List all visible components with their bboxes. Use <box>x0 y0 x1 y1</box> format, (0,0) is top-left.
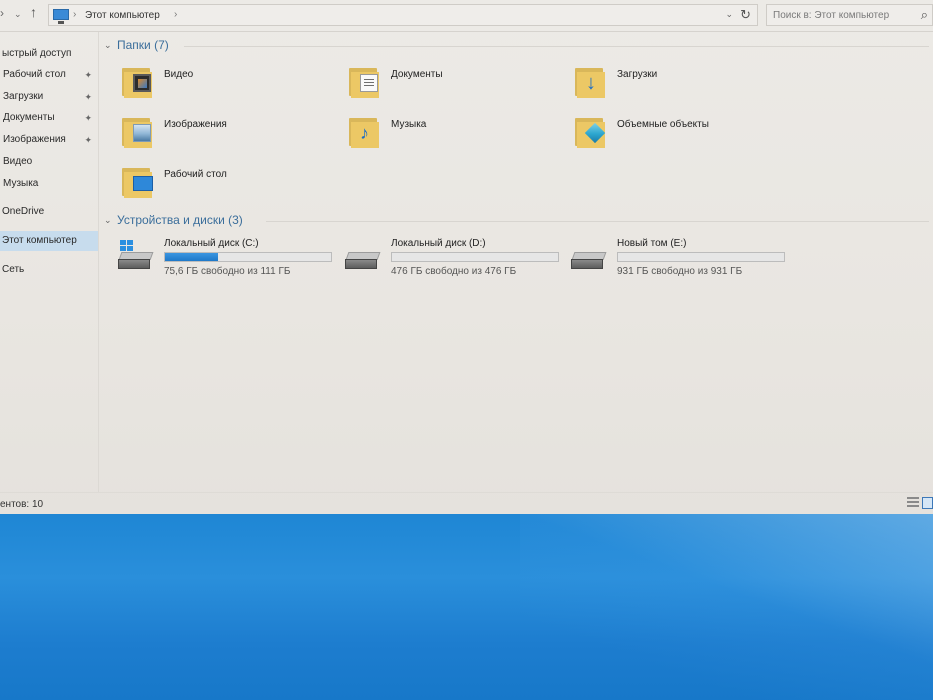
drive-d[interactable]: Локальный диск (D:) 476 ГБ свободно из 4… <box>345 238 575 282</box>
folder-label: Объемные объекты <box>617 119 709 130</box>
up-arrow-icon[interactable]: ↑ <box>30 4 37 20</box>
drive-usage-fill <box>165 253 219 261</box>
this-pc-icon <box>53 9 69 24</box>
sidebar-item-label: OneDrive <box>2 206 45 217</box>
drive-free-space: 75,6 ГБ свободно из 111 ГБ <box>164 266 291 277</box>
hard-drive-icon <box>571 252 607 270</box>
sidebar-item-label: Видео <box>3 156 33 167</box>
sidebar-item-pictures[interactable]: Изображения ✦ <box>0 130 98 150</box>
sidebar-item-label: Сеть <box>2 264 25 275</box>
folder-label: Видео <box>164 69 194 80</box>
music-folder-icon: ♪ <box>349 114 379 148</box>
drive-free-space: 476 ГБ свободно из 476 ГБ <box>391 266 517 277</box>
pictures-folder-icon <box>122 114 152 148</box>
sidebar-item-label: ыстрый доступ <box>2 48 72 59</box>
drive-free-space: 931 ГБ свободно из 931 ГБ <box>617 266 743 277</box>
sidebar-item-documents[interactable]: Документы ✦ <box>0 108 98 128</box>
sidebar-item-video[interactable]: Видео <box>0 152 98 172</box>
breadcrumb-separator-icon[interactable]: › <box>73 9 76 20</box>
search-input[interactable]: Поиск в: Этот компьютер ⌕ <box>766 4 933 26</box>
sidebar-item-onedrive[interactable]: OneDrive <box>0 202 98 222</box>
address-bar: › ⌄ ↑ › Этот компьютер › ⌄ ↻ Поиск в: Эт… <box>0 0 933 32</box>
folder-label: Музыка <box>391 119 427 130</box>
3d-objects-folder-icon <box>575 114 606 148</box>
drive-name: Локальный диск (D:) <box>391 238 486 249</box>
sidebar-item-label: Рабочий стол <box>3 69 66 80</box>
group-divider <box>266 221 929 222</box>
folder-downloads[interactable]: ↓ Загрузки <box>575 64 775 108</box>
drive-name: Локальный диск (C:) <box>164 238 259 249</box>
back-arrow-icon[interactable]: › <box>0 6 4 20</box>
sidebar-item-label: Изображения <box>3 134 66 145</box>
desktop-background <box>0 512 933 700</box>
sidebar-item-network[interactable]: Сеть <box>0 260 98 280</box>
status-bar: ентов: 10 <box>0 492 933 514</box>
drive-e[interactable]: Новый том (E:) 931 ГБ свободно из 931 ГБ <box>571 238 801 282</box>
folder-label: Документы <box>391 69 443 80</box>
breadcrumb-separator-icon[interactable]: › <box>174 9 177 20</box>
recent-locations-chevron-icon[interactable]: ⌄ <box>14 9 22 20</box>
search-icon[interactable]: ⌕ <box>921 7 928 23</box>
folder-music[interactable]: ♪ Музыка <box>349 114 549 158</box>
sidebar-item-quick-access[interactable]: ыстрый доступ <box>0 44 98 64</box>
drive-c[interactable]: Локальный диск (C:) 75,6 ГБ свободно из … <box>118 238 348 282</box>
folder-desktop[interactable]: Рабочий стол <box>122 164 322 208</box>
folder-video[interactable]: Видео <box>122 64 322 108</box>
hard-drive-icon <box>345 252 381 270</box>
navigation-pane: ыстрый доступ Рабочий стол ✦ Загрузки ✦ … <box>0 32 99 492</box>
folder-label: Изображения <box>164 119 227 130</box>
hard-drive-icon <box>118 240 154 270</box>
sidebar-item-label: Документы <box>3 112 55 123</box>
sidebar-item-downloads[interactable]: Загрузки ✦ <box>0 87 98 107</box>
drive-name: Новый том (E:) <box>617 238 687 249</box>
sidebar-item-label: Этот компьютер <box>2 235 77 246</box>
breadcrumb-this-pc[interactable]: Этот компьютер <box>85 10 160 21</box>
downloads-folder-icon: ↓ <box>575 64 605 98</box>
desktop-folder-icon <box>122 164 153 198</box>
pin-icon[interactable]: ✦ <box>84 65 92 85</box>
large-icons-view-icon[interactable] <box>922 497 933 509</box>
item-count: ентов: 10 <box>0 499 44 510</box>
documents-folder-icon <box>349 64 379 98</box>
devices-group-title: Устройства и диски (3) <box>117 213 243 227</box>
collapse-chevron-icon[interactable]: ⌄ <box>104 40 112 51</box>
devices-group-header[interactable]: ⌄ Устройства и диски (3) <box>104 213 929 231</box>
windows-logo-icon <box>120 240 134 252</box>
pin-icon[interactable]: ✦ <box>84 87 92 107</box>
sidebar-item-music[interactable]: Музыка <box>0 174 98 194</box>
drive-usage-bar <box>391 252 559 262</box>
folder-label: Загрузки <box>617 69 658 80</box>
folder-label: Рабочий стол <box>164 169 227 180</box>
pin-icon[interactable]: ✦ <box>84 108 92 128</box>
path-field[interactable]: › Этот компьютер › ⌄ ↻ <box>48 4 758 26</box>
refresh-icon[interactable]: ↻ <box>740 7 751 23</box>
sidebar-item-label: Загрузки <box>3 91 44 102</box>
search-placeholder: Поиск в: Этот компьютер <box>773 10 890 21</box>
folder-3d-objects[interactable]: Объемные объекты <box>575 114 775 158</box>
file-explorer-window: › ⌄ ↑ › Этот компьютер › ⌄ ↻ Поиск в: Эт… <box>0 0 933 514</box>
drive-usage-bar <box>617 252 785 262</box>
details-view-icon[interactable] <box>907 497 919 509</box>
sidebar-item-this-pc[interactable]: Этот компьютер <box>0 231 98 251</box>
folder-pictures[interactable]: Изображения <box>122 114 322 158</box>
pin-icon[interactable]: ✦ <box>84 130 92 150</box>
video-folder-icon <box>122 64 152 98</box>
folder-documents[interactable]: Документы <box>349 64 549 108</box>
sidebar-item-label: Музыка <box>3 178 39 189</box>
group-divider <box>184 46 929 47</box>
collapse-chevron-icon[interactable]: ⌄ <box>104 215 112 226</box>
sidebar-item-desktop[interactable]: Рабочий стол ✦ <box>0 65 98 85</box>
path-dropdown-chevron-icon[interactable]: ⌄ <box>725 9 733 20</box>
folders-group-header[interactable]: ⌄ Папки (7) <box>104 38 929 56</box>
drive-usage-bar <box>164 252 332 262</box>
folders-group-title: Папки (7) <box>117 38 169 52</box>
